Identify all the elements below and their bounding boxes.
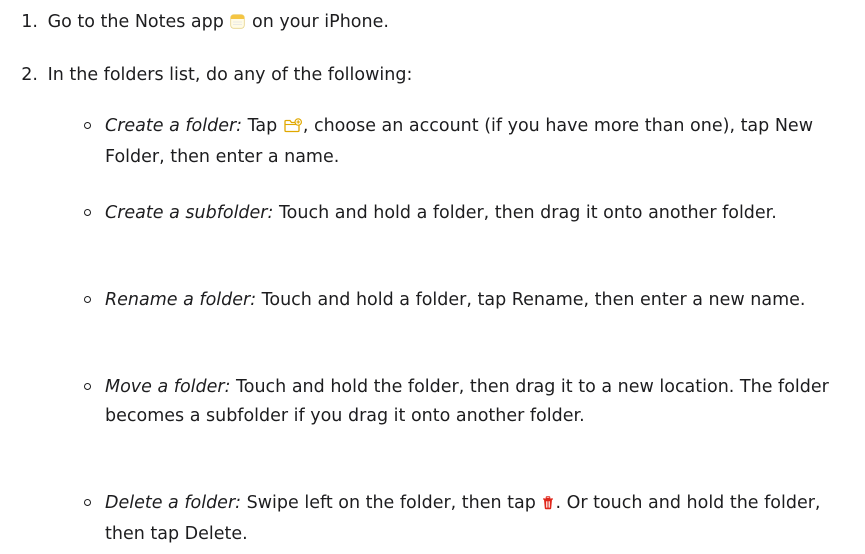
bullet bbox=[84, 296, 91, 303]
subitem-rename-folder: Rename a folder: Touch and hold a folder… bbox=[84, 286, 844, 315]
bullet bbox=[84, 122, 91, 129]
step-text-after: on your iPhone. bbox=[246, 12, 389, 32]
subitem-create-folder: Create a folder: Tap , choose an account… bbox=[84, 112, 844, 172]
subitem-move-folder: Move a folder: Touch and hold the folder… bbox=[84, 373, 844, 431]
bullet bbox=[84, 209, 91, 216]
step-1: 1. Go to the Notes app on your iPhone. bbox=[0, 10, 389, 36]
subitem-term: Delete a folder: bbox=[105, 493, 242, 513]
subitem-text: Touch and hold a folder, tap Rename, the… bbox=[256, 290, 806, 310]
step-number: 2. bbox=[21, 65, 38, 85]
subitem-create-subfolder: Create a subfolder: Touch and hold a fol… bbox=[84, 199, 844, 228]
subitem-delete-folder: Delete a folder: Swipe left on the folde… bbox=[84, 489, 844, 549]
subitem-text: Touch and hold a folder, then drag it on… bbox=[273, 203, 777, 223]
subitem-term: Create a folder: bbox=[105, 116, 243, 136]
step-text: In the folders list, do any of the follo… bbox=[47, 65, 413, 85]
subitem-text: Tap bbox=[242, 116, 283, 136]
subitem-term: Move a folder: bbox=[105, 377, 231, 397]
step-number: 1. bbox=[21, 12, 38, 32]
bullet bbox=[84, 499, 91, 506]
trash-icon bbox=[542, 491, 554, 520]
step-2: 2. In the folders list, do any of the fo… bbox=[0, 63, 412, 87]
subitem-text: Swipe left on the folder, then tap bbox=[241, 493, 542, 513]
step-text: Go to the Notes app bbox=[47, 12, 230, 32]
new-folder-icon bbox=[284, 114, 302, 143]
notes-app-icon bbox=[230, 12, 246, 36]
bullet bbox=[84, 383, 91, 390]
subitem-term: Create a subfolder: bbox=[105, 203, 274, 223]
subitem-term: Rename a folder: bbox=[105, 290, 257, 310]
